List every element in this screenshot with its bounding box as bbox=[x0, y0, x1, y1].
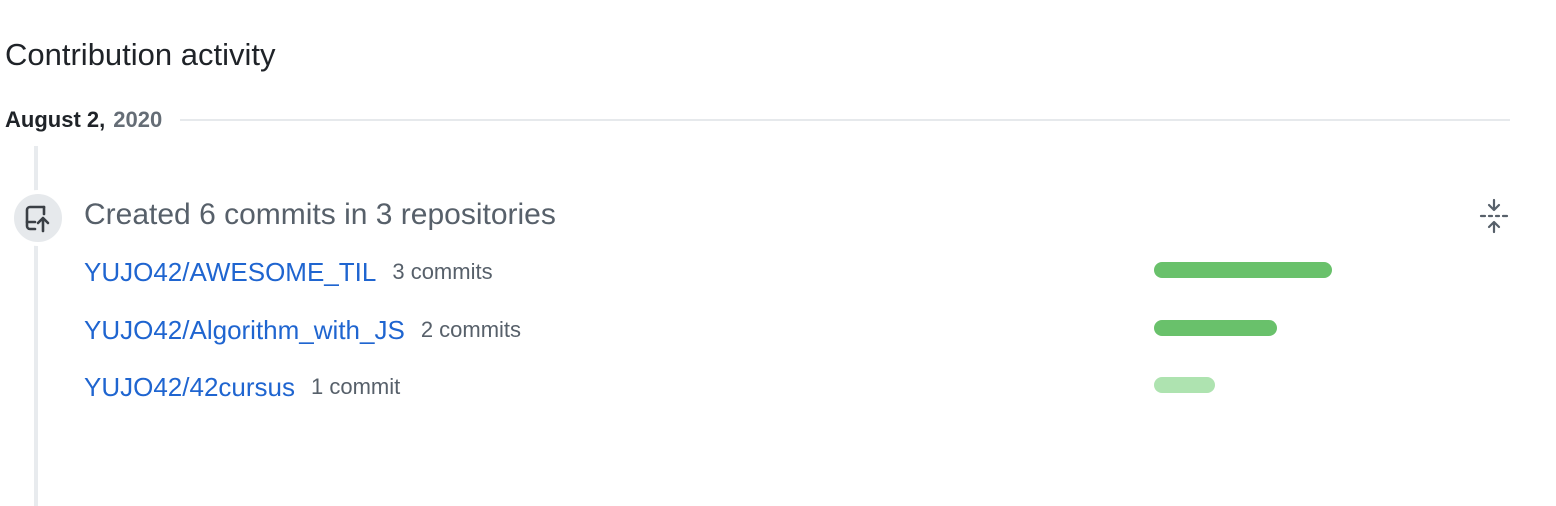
contribution-activity-section: Contribution activity August 2, 2020 Cre… bbox=[0, 0, 1556, 506]
commit-bar-track bbox=[1154, 262, 1354, 278]
commit-bar[interactable] bbox=[1154, 320, 1277, 336]
repo-row: YUJO42/Algorithm_with_JS 2 commits bbox=[84, 310, 1344, 350]
commit-bar-track bbox=[1154, 320, 1354, 336]
repo-push-badge bbox=[10, 190, 66, 246]
event-summary: Created 6 commits in 3 repositories bbox=[84, 198, 556, 231]
repo-text: YUJO42/Algorithm_with_JS 2 commits bbox=[84, 310, 521, 350]
date-month-day: August 2, bbox=[5, 107, 106, 132]
commit-count[interactable]: 1 commit bbox=[311, 374, 400, 400]
commit-bar[interactable] bbox=[1154, 262, 1332, 278]
date-header: August 2, 2020 bbox=[5, 104, 1510, 136]
commit-bar[interactable] bbox=[1154, 377, 1215, 393]
repo-row: YUJO42/42cursus 1 commit bbox=[84, 367, 1344, 407]
repo-text: YUJO42/42cursus 1 commit bbox=[84, 367, 400, 407]
repo-row: YUJO42/AWESOME_TIL 3 commits bbox=[84, 252, 1344, 292]
repo-text: YUJO42/AWESOME_TIL 3 commits bbox=[84, 252, 493, 292]
date-divider bbox=[180, 119, 1510, 121]
section-title: Contribution activity bbox=[5, 37, 276, 72]
date-year: 2020 bbox=[113, 107, 163, 132]
fold-button[interactable] bbox=[1476, 196, 1512, 236]
fold-icon bbox=[1479, 198, 1509, 234]
repo-link[interactable]: YUJO42/Algorithm_with_JS bbox=[84, 314, 405, 346]
commit-count[interactable]: 3 commits bbox=[392, 259, 492, 285]
commit-count[interactable]: 2 commits bbox=[421, 317, 521, 343]
commit-bar-track bbox=[1154, 377, 1354, 393]
repo-push-icon bbox=[25, 205, 50, 233]
repo-link[interactable]: YUJO42/42cursus bbox=[84, 371, 295, 403]
repo-link[interactable]: YUJO42/AWESOME_TIL bbox=[84, 256, 376, 288]
